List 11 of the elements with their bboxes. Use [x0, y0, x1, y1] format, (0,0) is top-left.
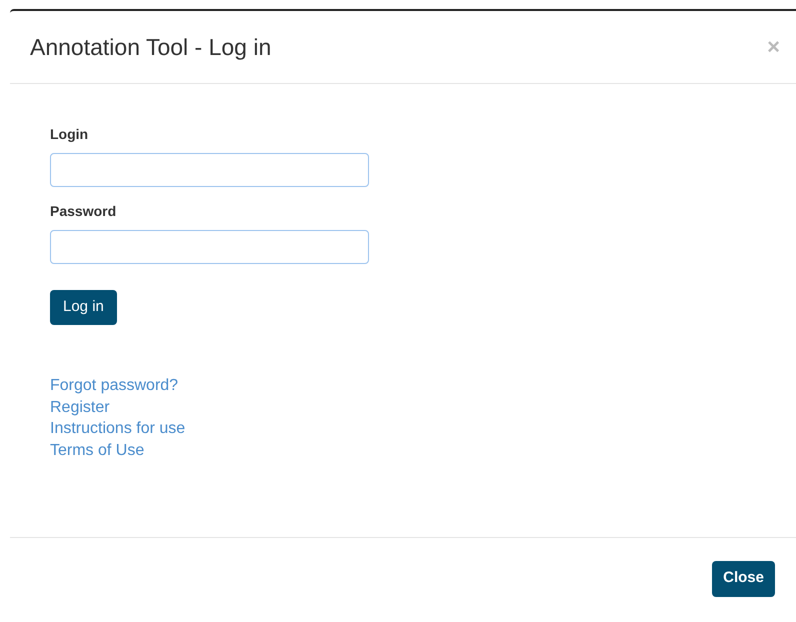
link[interactable]: Instructions for use: [50, 418, 186, 440]
link[interactable]: Terms of Use: [50, 440, 144, 461]
field-label: Login: [50, 125, 90, 144]
dialog-title: Annotation Tool - Log in: [30, 32, 272, 62]
input-field[interactable]: [50, 230, 369, 264]
link[interactable]: Register: [50, 396, 110, 418]
field-label: Password: [50, 202, 118, 221]
link[interactable]: Forgot password?: [50, 375, 178, 396]
input-field[interactable]: [50, 153, 369, 187]
close-button[interactable]: Close: [712, 560, 775, 596]
login-button[interactable]: Log in: [50, 290, 117, 325]
